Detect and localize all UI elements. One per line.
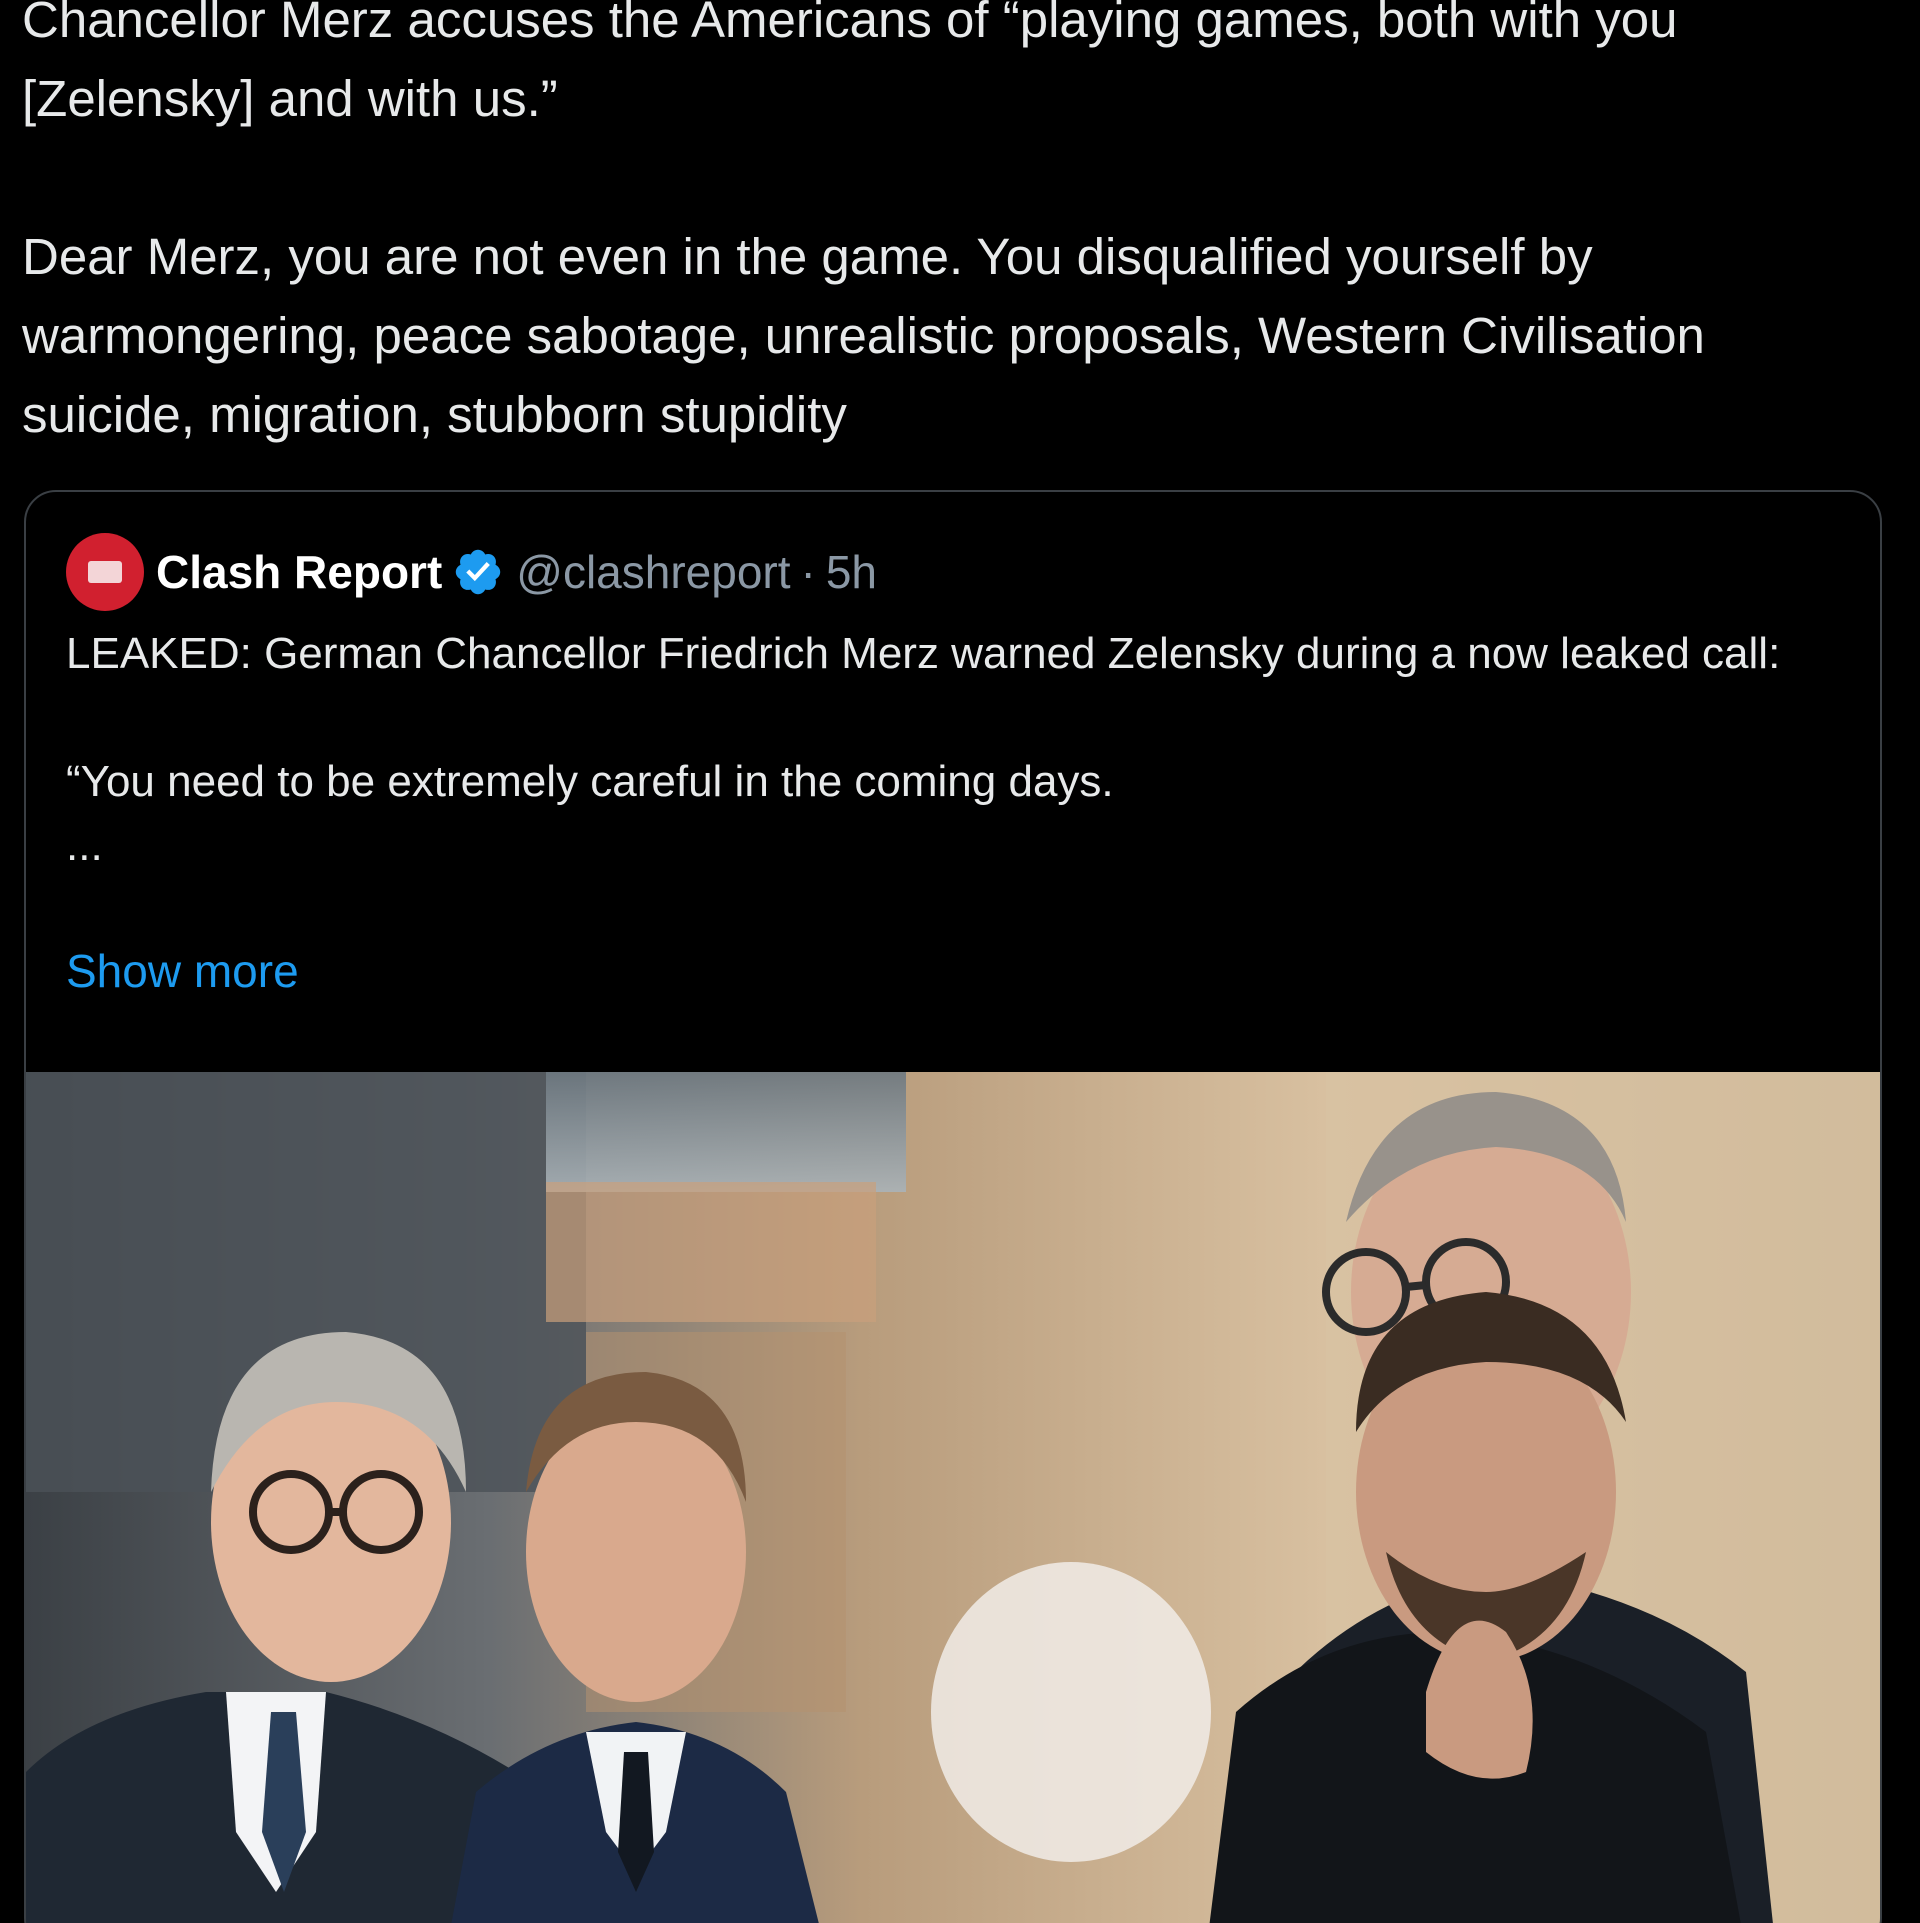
author-avatar[interactable] (66, 533, 144, 611)
author-handle[interactable]: @clashreport (516, 545, 790, 599)
post-timestamp[interactable]: 5h (826, 545, 877, 599)
author-name[interactable]: Clash Report (156, 545, 442, 599)
verified-badge-icon (456, 549, 501, 595)
quoted-tweet-photo[interactable] (26, 1072, 1880, 1923)
show-more-link[interactable]: Show more (66, 944, 299, 998)
header-separator: · (800, 546, 816, 598)
photo-illustration (26, 1072, 1880, 1923)
post-text: Chancellor Merz accuses the Americans of… (22, 0, 1705, 443)
quoted-tweet-card[interactable]: Clash Report @clashreport · 5h LEAKED: G… (24, 490, 1882, 1923)
quoted-tweet-text: LEAKED: German Chancellor Friedrich Merz… (66, 629, 1781, 870)
quoted-tweet-header: Clash Report @clashreport · 5h (66, 532, 877, 612)
